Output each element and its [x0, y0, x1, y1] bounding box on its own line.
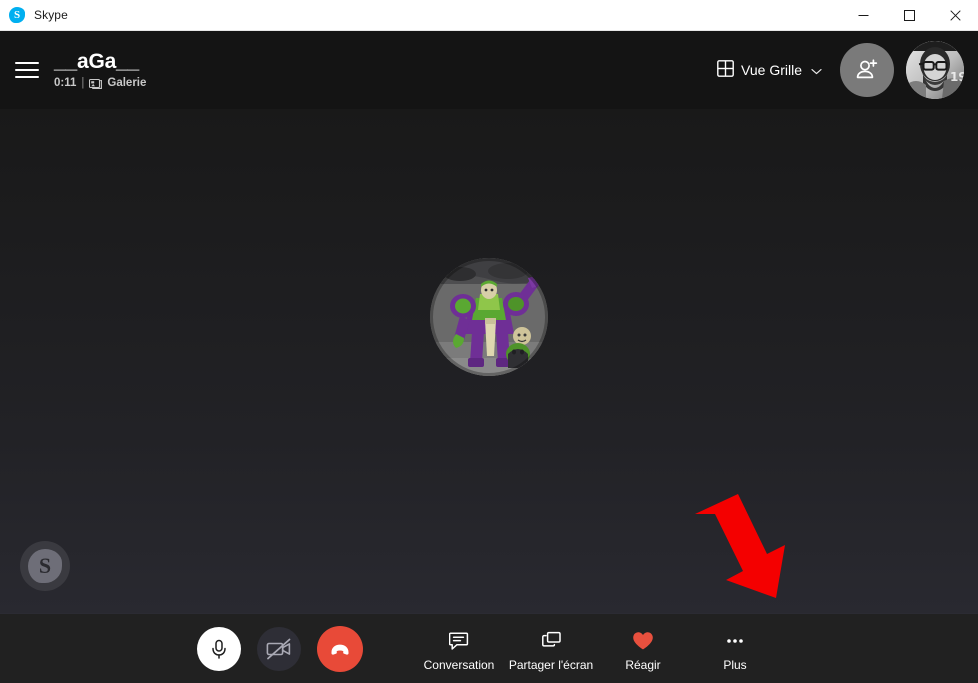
- heart-icon: [632, 630, 654, 652]
- skype-placeholder-icon: S: [28, 549, 62, 583]
- call-toolbar: Conversation Partager l'écran Réagir Plu…: [0, 613, 978, 683]
- share-screen-button[interactable]: Partager l'écran: [505, 626, 597, 672]
- red-arrow-annotation: [688, 492, 790, 600]
- call-title: __aGa__: [54, 50, 140, 73]
- chevron-down-icon: [811, 62, 822, 78]
- svg-text:19?: 19?: [950, 70, 964, 84]
- minimize-button[interactable]: [840, 0, 886, 31]
- react-button-label: Réagir: [625, 657, 661, 672]
- share-screen-button-label: Partager l'écran: [508, 657, 594, 672]
- status-separator: |: [81, 77, 85, 89]
- camera-button[interactable]: [257, 626, 301, 671]
- end-call-button[interactable]: [317, 625, 363, 672]
- self-thumbnail-initial: S: [38, 553, 52, 578]
- camera-off-icon: [266, 638, 291, 659]
- hamburger-menu-button[interactable]: [0, 31, 54, 109]
- person-add-icon: [856, 59, 878, 79]
- participant-avatar[interactable]: [430, 258, 548, 376]
- screen-share-icon: [541, 630, 562, 652]
- hamburger-menu-icon: [15, 62, 39, 78]
- ellipsis-icon: [724, 630, 746, 652]
- more-button[interactable]: Plus: [689, 626, 781, 672]
- skype-logo-icon: [9, 7, 25, 23]
- secondary-call-actions: Conversation Partager l'écran Réagir Plu…: [413, 626, 781, 672]
- participant-photo: [430, 258, 548, 376]
- header-actions: Vue Grille 19: [711, 41, 964, 99]
- profile-photo: 19?: [906, 41, 964, 99]
- self-video-thumbnail[interactable]: S: [20, 541, 70, 591]
- maximize-icon: [903, 9, 915, 21]
- add-person-button[interactable]: [840, 43, 894, 97]
- my-profile-avatar[interactable]: 19?: [906, 41, 964, 99]
- close-button[interactable]: [932, 0, 978, 31]
- skype-call-window: Skype: [0, 0, 978, 683]
- window-controls: [840, 0, 978, 31]
- gallery-layout-icon: [89, 78, 103, 89]
- chat-bubble-icon: [448, 630, 470, 652]
- maximize-button[interactable]: [886, 0, 932, 31]
- window-title: Skype: [34, 8, 68, 22]
- grid-view-icon: [717, 60, 734, 80]
- call-duration: 0:11: [54, 77, 77, 89]
- more-button-label: Plus: [723, 657, 747, 672]
- react-button[interactable]: Réagir: [597, 626, 689, 672]
- primary-call-controls: [197, 625, 363, 672]
- call-stage: S: [0, 109, 978, 613]
- chat-button-label: Conversation: [423, 657, 495, 672]
- call-info: __aGa__ 0:11 | Galerie: [54, 50, 711, 90]
- minimize-icon: [858, 14, 868, 16]
- layout-mode-label: Galerie: [107, 77, 147, 89]
- view-toggle-label: Vue Grille: [741, 62, 802, 78]
- view-toggle-button[interactable]: Vue Grille: [711, 54, 828, 86]
- microphone-button[interactable]: [197, 626, 241, 671]
- end-call-icon: [331, 644, 349, 655]
- titlebar-app-identity: Skype: [0, 0, 840, 30]
- call-status-line: 0:11 | Galerie: [54, 76, 711, 90]
- close-icon: [949, 9, 961, 21]
- chat-button[interactable]: Conversation: [413, 626, 505, 672]
- call-header: __aGa__ 0:11 | Galerie Vue Grille 19: [0, 31, 978, 109]
- window-titlebar: Skype: [0, 0, 978, 31]
- microphone-icon: [212, 639, 226, 659]
